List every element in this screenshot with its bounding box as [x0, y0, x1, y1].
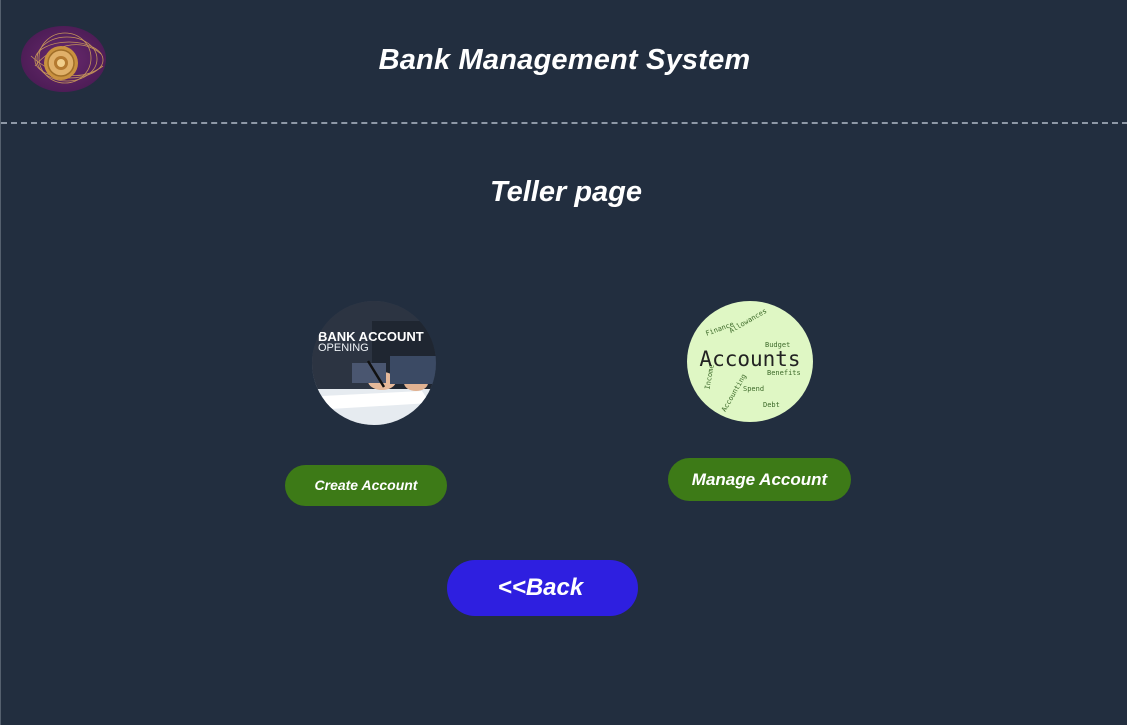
- image-caption-line2: OPENING: [318, 342, 369, 354]
- bank-account-opening-image: BANK ACCOUNT OPENING: [312, 301, 436, 425]
- word-cloud-term: Accounting: [720, 372, 749, 414]
- handshake-paperwork-graphic: [312, 301, 436, 425]
- word-cloud-term: Debt: [763, 401, 780, 409]
- back-button[interactable]: <<Back: [447, 560, 638, 616]
- teller-page: Bank Management System Teller page BANK …: [0, 0, 1127, 725]
- app-title: Bank Management System: [378, 44, 751, 76]
- header-bar: Bank Management System: [1, 0, 1127, 124]
- manage-account-button[interactable]: Manage Account: [668, 458, 851, 501]
- page-title: Teller page: [489, 176, 643, 208]
- word-cloud-term: Allowances: [727, 306, 769, 336]
- create-account-button[interactable]: Create Account: [285, 465, 447, 506]
- word-cloud-term: Finance: [704, 320, 735, 338]
- accounts-word-cloud-image: Allowances Benefits Budget Debt Accounti…: [687, 301, 813, 422]
- accounts-headline: Accounts: [699, 347, 801, 371]
- word-cloud-term: Spend: [743, 385, 765, 393]
